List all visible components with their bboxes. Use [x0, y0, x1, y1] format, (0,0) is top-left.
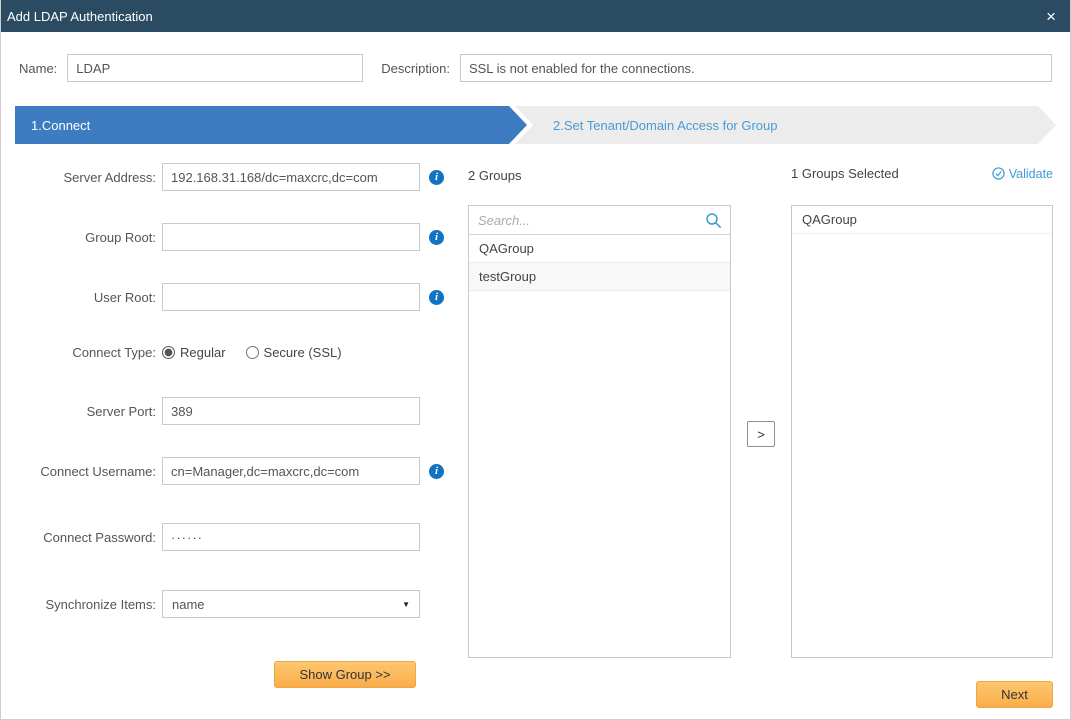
- add-ldap-dialog: Add LDAP Authentication × Name: Descript…: [0, 0, 1071, 720]
- connect-type-ssl-option[interactable]: Secure (SSL): [246, 345, 342, 360]
- move-right-button[interactable]: >: [747, 421, 775, 447]
- group-search-input[interactable]: [469, 207, 705, 234]
- group-search-row: [469, 206, 730, 235]
- connect-username-label: Connect Username:: [1, 464, 156, 479]
- available-groups-header: 2 Groups: [468, 168, 521, 183]
- validate-check-icon: [992, 167, 1005, 180]
- server-address-input[interactable]: [162, 163, 420, 191]
- connect-type-regular-option[interactable]: Regular: [162, 345, 226, 360]
- connect-type-ssl-label: Secure (SSL): [264, 345, 342, 360]
- name-label: Name:: [19, 61, 57, 76]
- connect-type-regular-label: Regular: [180, 345, 226, 360]
- server-port-label: Server Port:: [1, 404, 156, 419]
- close-icon[interactable]: ×: [1046, 8, 1056, 25]
- list-item[interactable]: QAGroup: [469, 235, 730, 263]
- connect-username-input[interactable]: [162, 457, 420, 485]
- validate-link[interactable]: Validate: [992, 167, 1053, 181]
- list-item[interactable]: testGroup: [469, 263, 730, 291]
- step-tenant-domain-access-label: 2.Set Tenant/Domain Access for Group: [553, 118, 778, 133]
- connect-type-regular-radio[interactable]: [162, 346, 175, 359]
- info-icon[interactable]: i: [429, 170, 444, 185]
- step-connect[interactable]: 1.Connect: [15, 106, 527, 144]
- description-input[interactable]: [460, 54, 1052, 82]
- server-port-row: Server Port:: [1, 397, 420, 425]
- connect-password-input[interactable]: [162, 523, 420, 551]
- user-root-label: User Root:: [1, 290, 156, 305]
- list-item[interactable]: QAGroup: [792, 206, 1052, 234]
- selected-groups-header: 1 Groups Selected: [791, 166, 899, 181]
- dialog-title: Add LDAP Authentication: [7, 9, 153, 24]
- connect-type-radio-group: Regular Secure (SSL): [162, 345, 342, 360]
- synchronize-items-value: name: [172, 597, 205, 612]
- connect-type-row: Connect Type: Regular Secure (SSL): [1, 345, 342, 360]
- step-tenant-domain-access[interactable]: 2.Set Tenant/Domain Access for Group: [515, 106, 1056, 144]
- user-root-input[interactable]: [162, 283, 420, 311]
- group-root-row: Group Root: i: [1, 223, 444, 251]
- dialog-titlebar: Add LDAP Authentication ×: [1, 0, 1070, 32]
- description-label: Description:: [381, 61, 450, 76]
- user-root-row: User Root: i: [1, 283, 444, 311]
- connect-username-row: Connect Username: i: [1, 457, 444, 485]
- server-port-input[interactable]: [162, 397, 420, 425]
- server-address-row: Server Address: i: [1, 163, 444, 191]
- info-icon[interactable]: i: [429, 464, 444, 479]
- connect-password-row: Connect Password:: [1, 523, 420, 551]
- next-button[interactable]: Next: [976, 681, 1053, 708]
- info-icon[interactable]: i: [429, 230, 444, 245]
- chevron-down-icon: ▼: [402, 600, 410, 609]
- dialog-content: Server Address: i Group Root: i User Roo…: [1, 144, 1070, 720]
- selected-groups-listbox: QAGroup: [791, 205, 1053, 658]
- connect-type-label: Connect Type:: [1, 345, 156, 360]
- validate-label: Validate: [1009, 167, 1053, 181]
- server-address-label: Server Address:: [1, 170, 156, 185]
- name-input[interactable]: [67, 54, 363, 82]
- available-groups-listbox: QAGroup testGroup: [468, 205, 731, 658]
- info-icon[interactable]: i: [429, 290, 444, 305]
- selected-groups-header-row: 1 Groups Selected Validate: [791, 166, 1053, 181]
- synchronize-items-label: Synchronize Items:: [1, 597, 156, 612]
- group-root-input[interactable]: [162, 223, 420, 251]
- step-connect-label: 1.Connect: [31, 118, 90, 133]
- name-description-row: Name: Description:: [19, 54, 1052, 82]
- search-icon: [705, 212, 722, 229]
- group-root-label: Group Root:: [1, 230, 156, 245]
- connect-password-label: Connect Password:: [1, 530, 156, 545]
- show-group-button[interactable]: Show Group >>: [274, 661, 416, 688]
- synchronize-items-row: Synchronize Items: name ▼: [1, 590, 420, 618]
- connect-type-ssl-radio[interactable]: [246, 346, 259, 359]
- synchronize-items-select[interactable]: name ▼: [162, 590, 420, 618]
- wizard-stepper: 1.Connect 2.Set Tenant/Domain Access for…: [15, 106, 1056, 144]
